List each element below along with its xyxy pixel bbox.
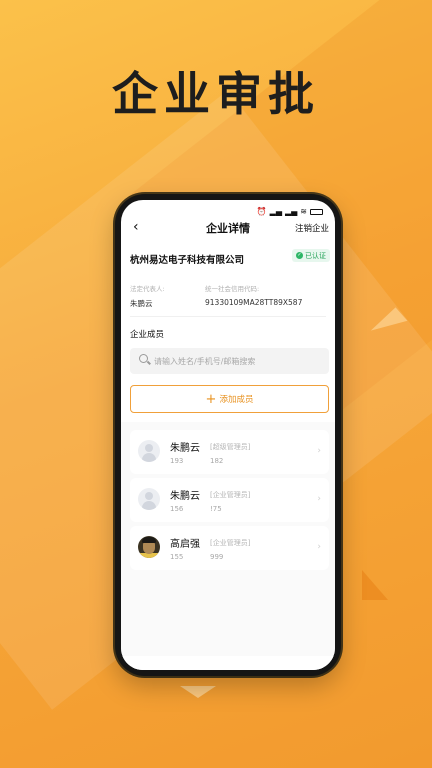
member-phone-prefix: 156 bbox=[170, 505, 184, 513]
member-phone-prefix: 155 bbox=[170, 553, 184, 561]
avatar bbox=[138, 536, 160, 558]
add-member-button[interactable]: + 添加成员 bbox=[130, 385, 329, 413]
check-icon: ✓ bbox=[296, 252, 303, 259]
nav-bar: ‹ 企业详情 注销企业 bbox=[121, 216, 335, 238]
signal-icon: ▂▄ bbox=[284, 207, 298, 216]
member-row[interactable]: 朱鹏云 [企业管理员] 156 !75 › bbox=[130, 478, 329, 522]
credit-code-value: 91330109MA28TT89X587 bbox=[205, 298, 303, 307]
chevron-right-icon: › bbox=[317, 494, 321, 504]
member-search bbox=[130, 348, 329, 374]
decor-triangle bbox=[180, 686, 216, 698]
member-name: 高启强 bbox=[170, 539, 200, 550]
verified-badge-label: 已认证 bbox=[305, 251, 326, 260]
alarm-icon: ⏰ bbox=[256, 207, 267, 216]
battery-icon bbox=[310, 209, 323, 215]
plus-icon: + bbox=[205, 391, 217, 407]
signal-icon: ▂▄ bbox=[269, 207, 282, 216]
company-name: 杭州易达电子科技有限公司 bbox=[130, 255, 245, 266]
legal-rep-value: 朱鹏云 bbox=[130, 299, 153, 308]
phone-screen: ⏰ ▂▄ ▂▄ ≋ ‹ 企业详情 注销企业 杭州易达电子科技有限公司 ✓ 已认证… bbox=[121, 200, 335, 670]
member-name: 朱鹏云 bbox=[170, 443, 200, 454]
wifi-icon: ≋ bbox=[300, 207, 307, 216]
member-list: 朱鹏云 [超级管理员] 193 182 › 朱鹏云 [企业管理员] 156 !7… bbox=[121, 422, 335, 670]
member-role: [企业管理员] bbox=[210, 539, 251, 547]
member-phone-suffix: !75 bbox=[210, 505, 222, 513]
chevron-right-icon: › bbox=[317, 542, 321, 552]
divider bbox=[130, 316, 326, 317]
deregister-company-button[interactable]: 注销企业 bbox=[295, 222, 329, 234]
avatar-placeholder-icon bbox=[138, 440, 160, 462]
legal-rep-label: 法定代表人: bbox=[130, 285, 165, 293]
member-phone-prefix: 193 bbox=[170, 457, 184, 465]
credit-code-label: 统一社会信用代码: bbox=[205, 285, 260, 293]
member-role: [企业管理员] bbox=[210, 491, 251, 499]
status-bar: ⏰ ▂▄ ▂▄ ≋ bbox=[257, 208, 323, 216]
add-member-label: 添加成员 bbox=[219, 395, 254, 405]
decor-triangle bbox=[362, 570, 388, 600]
member-phone-suffix: 182 bbox=[210, 457, 224, 465]
avatar-placeholder-icon bbox=[138, 488, 160, 510]
member-row[interactable]: 朱鹏云 [超级管理员] 193 182 › bbox=[130, 430, 329, 474]
verified-badge: ✓ 已认证 bbox=[292, 249, 330, 262]
member-role: [超级管理员] bbox=[210, 443, 251, 451]
member-search-input[interactable] bbox=[154, 348, 324, 374]
members-section-title: 企业成员 bbox=[130, 330, 165, 340]
promo-headline: 企业审批 bbox=[112, 67, 320, 121]
member-phone-suffix: 999 bbox=[210, 553, 224, 561]
member-row[interactable]: 高启强 [企业管理员] 155 999 › bbox=[130, 526, 329, 570]
member-name: 朱鹏云 bbox=[170, 491, 200, 502]
chevron-right-icon: › bbox=[317, 446, 321, 456]
home-bar bbox=[121, 656, 335, 670]
search-icon bbox=[139, 354, 148, 363]
